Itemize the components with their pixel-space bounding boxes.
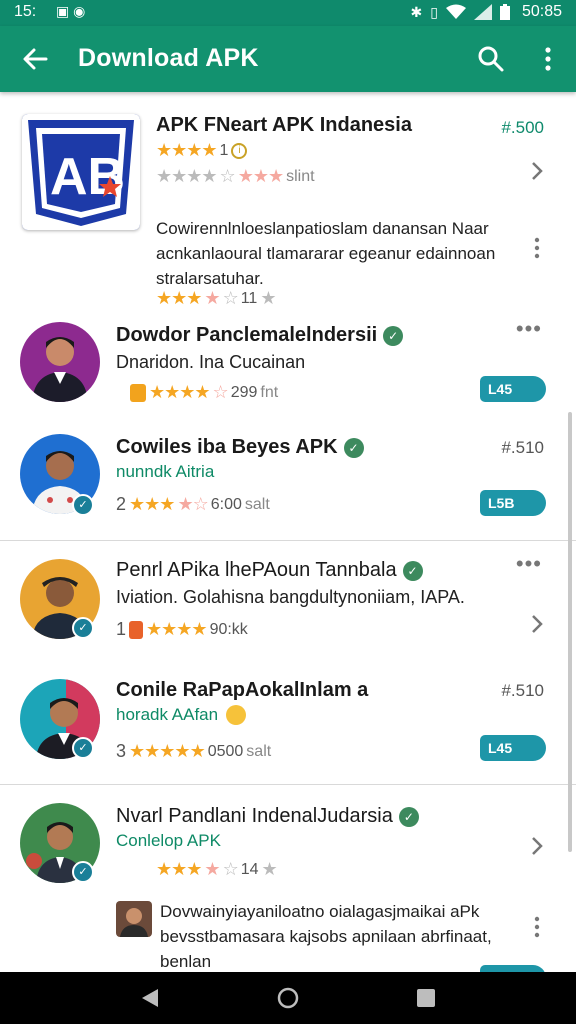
- chevron-right-icon[interactable]: [530, 160, 544, 182]
- featured-app-card[interactable]: AB APK FNeart APK Indanesia #.500 ★★★★ 1…: [0, 92, 576, 314]
- star-icon: ★★★: [237, 166, 284, 186]
- verified-icon: ✓: [402, 560, 423, 581]
- verified-icon: ✓: [398, 806, 419, 827]
- star-half-icon: ★: [204, 288, 220, 308]
- chevron-right-icon[interactable]: [530, 613, 544, 635]
- star-icon: ★★★★★: [129, 741, 206, 761]
- item-title: Dowdor Panclemalelndersii ✓: [116, 324, 404, 347]
- item-title: Conile RaPapAokalInlam a: [116, 679, 369, 701]
- more-vert-icon[interactable]: [538, 44, 558, 74]
- verified-icon: ✓: [72, 861, 94, 883]
- list-item[interactable]: ✓ Penrl APika lhePAoun Tannbala ✓ ••• Ivi…: [0, 541, 576, 661]
- verified-icon: ✓: [72, 617, 94, 639]
- verified-icon: ✓: [72, 494, 94, 516]
- featured-price: #.500: [501, 118, 544, 137]
- item-rating: ★★★ ★ ☆ 14 ★: [156, 859, 278, 879]
- system-nav-bar: [0, 972, 576, 1024]
- verified-icon: ✓: [383, 325, 404, 346]
- svg-text:AB: AB: [50, 148, 125, 206]
- gallery-icon: ▣ ◉: [56, 3, 86, 19]
- list-item[interactable]: ✓ Nvarl Pandlani IndenalJudarsia ✓ Conlel…: [0, 785, 576, 972]
- more-horiz-icon[interactable]: •••: [516, 316, 542, 342]
- avatar: [20, 322, 100, 402]
- item-developer: horadk AAfan: [116, 705, 247, 725]
- star-half-icon: ★☆: [177, 494, 208, 514]
- nav-home-icon[interactable]: [276, 986, 300, 1010]
- version-badge[interactable]: L5B: [480, 490, 546, 516]
- battery-icon: [499, 4, 510, 20]
- featured-rating: ★★★★ 1 i: [156, 140, 248, 161]
- item-description: Dovwainyiayaniloatno oialagasjmaikai aPk…: [160, 902, 492, 971]
- star-icon: ★: [260, 288, 276, 308]
- featured-title: APK FNeart APK Indanesia: [156, 114, 412, 136]
- item-subtitle: Iviation. Golahisna bangdultynoniiam, IA…: [116, 587, 465, 607]
- item-rating: 1 ★★★★ 90:kk: [116, 619, 248, 639]
- star-icon: ★★★: [129, 494, 175, 514]
- list-item[interactable]: ✓ Cowiles iba Beyes APK ✓ #.510 nunndk Ai…: [0, 422, 576, 540]
- star-icon: ★★★★: [156, 140, 218, 160]
- emoji-icon: [226, 705, 247, 725]
- star-half-icon: ☆: [212, 382, 229, 402]
- bluetooth-icon: ✱: [410, 3, 423, 20]
- version-badge[interactable]: L45: [480, 376, 546, 402]
- chevron-right-icon[interactable]: [530, 835, 544, 857]
- version-badge-partial: [480, 965, 546, 972]
- version-badge[interactable]: L45: [480, 735, 546, 761]
- scrollbar[interactable]: [568, 412, 572, 852]
- featured-rating-secondary: ★★★★ ☆ ★★★ slint: [156, 166, 315, 186]
- item-title: Penrl APika lhePAoun Tannbala ✓: [116, 559, 423, 582]
- status-clock: 50:85: [521, 3, 562, 20]
- star-icon: ★: [261, 859, 278, 879]
- vibrate-icon: ▯: [430, 3, 438, 20]
- more-vert-icon[interactable]: [534, 236, 540, 260]
- featured-review-rating: ★★★ ★ ☆ 11 ★: [156, 288, 276, 308]
- more-horiz-icon[interactable]: •••: [516, 551, 542, 577]
- app-list: AB APK FNeart APK Indanesia #.500 ★★★★ 1…: [0, 92, 576, 972]
- star-icon: ★★★★: [156, 166, 218, 186]
- star-half-icon: ★: [204, 859, 220, 879]
- item-subtitle: Dnaridon. Ina Cucainan: [116, 352, 306, 372]
- item-title: Nvarl Pandlani IndenalJudarsia ✓: [116, 805, 419, 828]
- item-price: #.510: [501, 438, 544, 457]
- nav-recents-icon[interactable]: [414, 986, 438, 1010]
- more-vert-icon[interactable]: [534, 915, 540, 939]
- item-rating: 3 ★★★★★ 0500 salt: [116, 741, 272, 761]
- verified-icon: ✓: [72, 737, 94, 759]
- nav-back-icon[interactable]: [138, 986, 162, 1010]
- award-icon: [129, 620, 144, 639]
- status-time-prefix: 15:: [14, 3, 37, 20]
- award-icon: [130, 383, 146, 402]
- star-icon: ★★★★: [149, 382, 211, 402]
- verified-icon: ✓: [343, 437, 364, 458]
- featured-description: Cowirennlnloeslanpatioslam danansan Naar…: [156, 219, 496, 288]
- app-bar: Download APK: [0, 26, 576, 92]
- star-outline-icon: ☆: [222, 288, 239, 308]
- item-rating: 2 ★★★ ★☆ 6:00 salt: [116, 494, 270, 514]
- item-rating: ★★★★ ☆ 299 fnt: [130, 382, 278, 403]
- star-icon: ★★★: [156, 288, 202, 308]
- signal-icon: [473, 4, 492, 20]
- status-bar: 15: ▣ ◉ ✱ ▯ 50:85: [0, 0, 576, 26]
- list-item[interactable]: Dowdor Panclemalelndersii ✓ ••• Dnaridon.…: [0, 314, 576, 422]
- item-title: Cowiles iba Beyes APK ✓: [116, 436, 364, 459]
- list-item[interactable]: ✓ Conile RaPapAokalInlam a #.510 horadk …: [0, 661, 576, 783]
- apk-logo: AB: [22, 114, 140, 230]
- wifi-icon: [445, 4, 466, 19]
- item-price: #.510: [501, 681, 544, 700]
- reviewer-avatar: [116, 901, 152, 937]
- search-icon[interactable]: [476, 44, 506, 74]
- star-outline-icon: ☆: [222, 859, 239, 879]
- item-developer: Conlelop APK: [116, 831, 221, 850]
- star-icon: ★★★: [156, 859, 202, 879]
- info-icon: i: [231, 142, 248, 159]
- item-developer: nunndk Aitria: [116, 462, 215, 481]
- back-arrow-icon[interactable]: [18, 42, 52, 76]
- star-outline-icon: ☆: [219, 166, 236, 186]
- star-icon: ★★★★: [146, 619, 208, 639]
- apk-logo-icon: AB: [22, 114, 140, 230]
- page-title: Download APK: [78, 44, 259, 72]
